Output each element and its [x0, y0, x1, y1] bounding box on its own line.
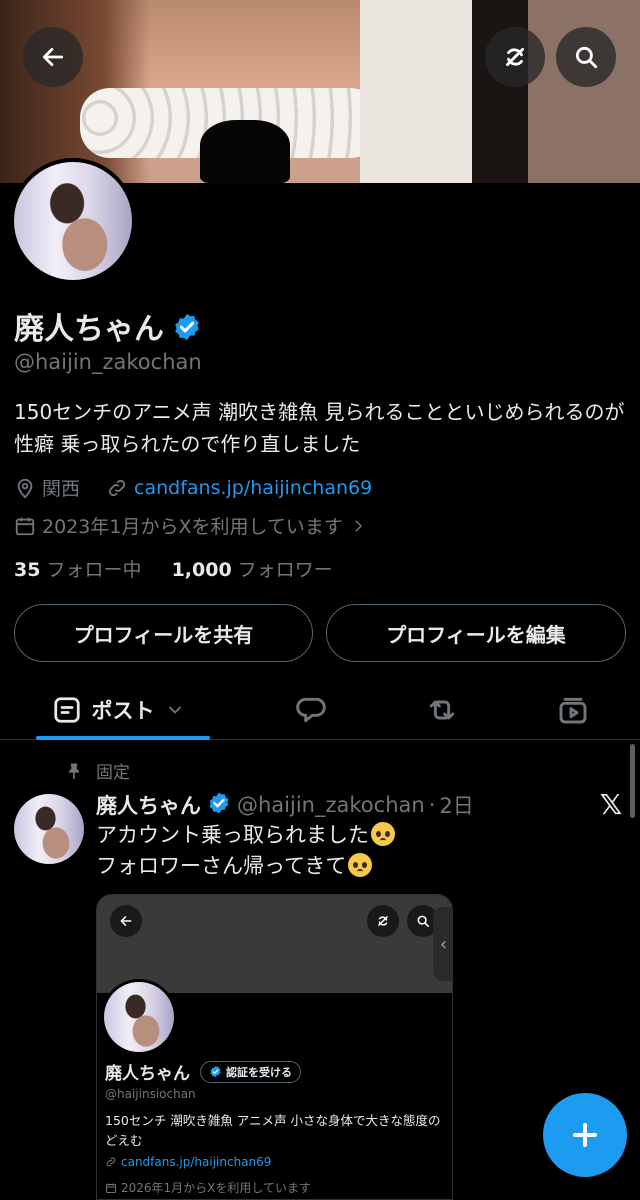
following-link[interactable]: 35 フォロー中 [14, 559, 141, 581]
link-icon [108, 479, 126, 496]
post-text: アカウント乗っ取られました フォロワーさん帰ってきて [96, 820, 395, 882]
profile-joined: 2023年1月からXを利用しています [42, 516, 343, 538]
post-header: 廃人ちゃん @haijin_zakochan · 2日 [96, 790, 474, 820]
share-profile-button[interactable]: プロフィールを共有 [14, 604, 313, 662]
image-website-text: candfans.jp/haijinchan69 [121, 1155, 272, 1169]
following-label: フォロー中 [46, 559, 142, 581]
link-icon [106, 1157, 116, 1167]
post-line-2: フォロワーさん帰ってきて [96, 854, 347, 878]
pleading-face-emoji-icon [371, 822, 395, 846]
banner-photo-dress [360, 0, 640, 183]
profile-website-link[interactable]: candfans.jp/haijinchan69 [134, 477, 372, 499]
search-icon [417, 915, 430, 928]
scrollbar[interactable] [630, 744, 635, 818]
image-avatar [101, 979, 177, 1055]
image-joined-text: 2026年1月からXを利用しています [121, 1181, 312, 1195]
followers-count: 1,000 [171, 559, 232, 581]
profile-name: 廃人ちゃん [14, 304, 202, 350]
image-banner [97, 895, 452, 993]
search-button[interactable] [556, 27, 616, 87]
image-handle: @haijinsiochan [105, 1087, 196, 1101]
tab-videos[interactable] [543, 680, 603, 740]
location-pin-icon [17, 478, 33, 498]
pinned-indicator: 固定 [64, 758, 130, 783]
post-line-1: アカウント乗っ取られました [96, 823, 369, 847]
tab-reposts[interactable] [412, 680, 472, 740]
image-profile-name: 廃人ちゃん 認証を受ける [105, 1059, 301, 1084]
image-bio: 150センチ 潮吹き雑魚 アニメ声 小さな身体で大きな態度のどえむ [105, 1113, 441, 1148]
image-avatar-photo [104, 982, 174, 1052]
verified-badge-icon[interactable] [207, 791, 231, 820]
profile-tabs: ポスト [0, 680, 640, 740]
video-icon [559, 697, 587, 724]
followers-label: フォロワー [237, 559, 333, 581]
pleading-face-emoji-icon [348, 853, 373, 877]
reply-bubble-icon [296, 697, 326, 723]
no-sync-icon [378, 916, 388, 926]
profile-bio: 150センチのアニメ声 潮吹き雑魚 見られることといじめられるのが性癖 乗っ取ら… [14, 400, 625, 456]
plus-icon [573, 1123, 597, 1147]
arrow-left-icon [42, 48, 64, 66]
back-button[interactable] [23, 27, 83, 87]
x-logo-icon[interactable]: 𝕏 [596, 790, 626, 820]
search-icon [575, 46, 598, 69]
edit-profile-button[interactable]: プロフィールを編集 [326, 604, 626, 662]
avatar-image [14, 162, 132, 280]
verified-badge-icon[interactable] [172, 312, 202, 350]
image-side-tab: ‹ [433, 907, 452, 981]
profile-location: 関西 [42, 478, 81, 500]
profile-banner[interactable] [0, 0, 640, 183]
active-tab-indicator [36, 736, 210, 740]
profile-name-text: 廃人ちゃん [14, 312, 164, 347]
compose-button[interactable] [543, 1093, 627, 1177]
post-author-handle[interactable]: @haijin_zakochan [237, 793, 425, 817]
post-avatar[interactable] [14, 794, 84, 864]
profile-joined-row[interactable]: 2023年1月からXを利用しています [14, 512, 373, 539]
post-separator: · [428, 793, 436, 817]
image-verify-badge: 認証を受ける [200, 1060, 301, 1083]
no-sync-icon [506, 48, 524, 66]
pinned-label: 固定 [96, 763, 130, 783]
calendar-icon [106, 1183, 116, 1193]
image-name-text: 廃人ちゃん [105, 1064, 190, 1084]
image-website: candfans.jp/haijinchan69 [105, 1155, 271, 1169]
profile-meta-row: 関西 candfans.jp/haijinchan69 [14, 474, 372, 501]
tab-posts-label: ポスト [91, 699, 155, 723]
followers-link[interactable]: 1,000 フォロワー [172, 559, 333, 581]
post-timestamp[interactable]: 2日 [439, 790, 473, 820]
post-image[interactable]: ‹ 廃人ちゃん 認証を受ける @haijinsiochan 150センチ 潮吹き… [96, 894, 453, 1200]
verified-badge-icon [210, 1065, 221, 1078]
banner-photo-ribbon [200, 120, 290, 183]
profile-avatar[interactable] [10, 158, 136, 284]
profile-handle: @haijin_zakochan [14, 350, 202, 374]
post-author-name[interactable]: 廃人ちゃん [96, 790, 201, 820]
chevron-right-icon [355, 519, 362, 532]
chevron-down-icon [168, 706, 181, 714]
post-icon [53, 697, 80, 723]
image-verify-label: 認証を受ける [226, 1065, 292, 1079]
hide-button[interactable] [485, 27, 545, 87]
follow-stats: 35 フォロー中 1,000 フォロワー [14, 555, 333, 582]
arrow-left-icon [120, 916, 132, 926]
tab-posts[interactable]: ポスト [36, 680, 210, 740]
tab-replies[interactable] [281, 680, 341, 740]
pin-icon [69, 763, 79, 779]
calendar-icon [15, 517, 35, 535]
image-back-button [110, 905, 142, 937]
repost-icon [429, 700, 455, 720]
image-joined: 2026年1月からXを利用しています [105, 1179, 311, 1196]
following-count: 35 [14, 559, 41, 581]
image-hide-button [367, 905, 399, 937]
